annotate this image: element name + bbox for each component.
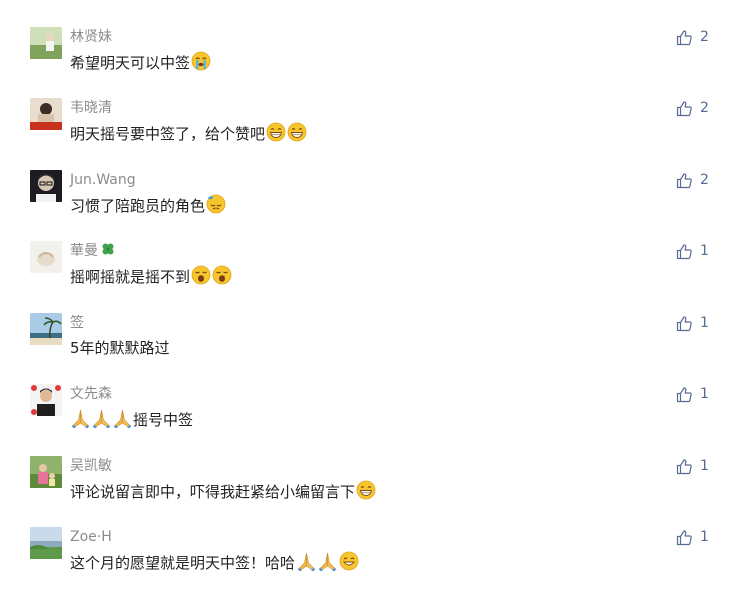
comment-list: 林贤妹 希望明天可以中签 2 韦晓清 明天摇号要中签了，给个赞吧 2 Jun.W… — [0, 0, 746, 596]
comment-text: 评论说留言即中，吓得我赶紧给小编留言下 — [70, 480, 376, 502]
like-button[interactable]: 1 — [676, 242, 709, 260]
like-button[interactable]: 2 — [676, 99, 709, 117]
like-count: 1 — [700, 243, 709, 259]
commenter-name[interactable]: Jun.Wang — [70, 170, 136, 190]
avatar[interactable] — [30, 98, 62, 130]
like-button[interactable]: 2 — [676, 28, 709, 46]
like-button[interactable]: 1 — [676, 528, 709, 546]
grinning-face-icon — [266, 122, 286, 142]
thumbs-up-icon — [676, 100, 693, 117]
comment-item: 吴凯敏 评论说留言即中，吓得我赶紧给小编留言下 1 — [0, 456, 746, 520]
folded-hands-icon — [296, 551, 317, 571]
commenter-name[interactable]: 吴凯敏 — [70, 456, 112, 476]
crying-face-icon — [191, 51, 211, 71]
like-count: 2 — [700, 100, 709, 116]
commenter-name[interactable]: 文先森 — [70, 384, 112, 404]
comment-text: 摇啊摇就是摇不到 — [70, 265, 232, 287]
avatar[interactable] — [30, 241, 62, 273]
comment-item: Jun.Wang 习惯了陪跑员的角色 2 — [0, 170, 746, 234]
avatar[interactable] — [30, 384, 62, 416]
comment-item: 華曼 摇啊摇就是摇不到 1 — [0, 241, 746, 305]
like-count: 1 — [700, 458, 709, 474]
sweat-face-icon — [206, 194, 226, 214]
thumbs-up-icon — [676, 29, 693, 46]
avatar[interactable] — [30, 170, 62, 202]
like-button[interactable]: 1 — [676, 314, 709, 332]
commenter-name[interactable]: Zoe·H — [70, 527, 112, 547]
commenter-name[interactable]: 韦晓清 — [70, 98, 112, 118]
grinning-face-icon — [356, 480, 376, 500]
folded-hands-icon — [70, 408, 91, 428]
like-count: 1 — [700, 315, 709, 331]
like-button[interactable]: 1 — [676, 385, 709, 403]
grinning-face-icon — [287, 122, 307, 142]
commenter-name[interactable]: 签 — [70, 313, 84, 333]
thumbs-up-icon — [676, 458, 693, 475]
commenter-name[interactable]: 華曼 — [70, 241, 116, 261]
comment-text: 这个月的愿望就是明天中签！哈哈 — [70, 551, 359, 573]
yawning-face-icon — [212, 265, 232, 285]
comment-item: 签 5年的默默路过 1 — [0, 313, 746, 377]
comment-text: 明天摇号要中签了，给个赞吧 — [70, 122, 307, 144]
four-leaf-clover-icon — [100, 241, 116, 263]
comment-text: 摇号中签 — [70, 408, 193, 430]
comment-text: 5年的默默路过 — [70, 339, 170, 357]
thumbs-up-icon — [676, 315, 693, 332]
like-button[interactable]: 2 — [676, 171, 709, 189]
like-count: 2 — [700, 29, 709, 45]
comment-text: 希望明天可以中签 — [70, 51, 211, 73]
avatar[interactable] — [30, 27, 62, 59]
avatar[interactable] — [30, 456, 62, 488]
folded-hands-icon — [112, 408, 133, 428]
comment-item: 韦晓清 明天摇号要中签了，给个赞吧 2 — [0, 98, 746, 162]
comment-item: 林贤妹 希望明天可以中签 2 — [0, 27, 746, 91]
folded-hands-icon — [317, 551, 338, 571]
smiling-face-icon — [339, 551, 359, 571]
comment-item: Zoe·H 这个月的愿望就是明天中签！哈哈 1 — [0, 527, 746, 591]
thumbs-up-icon — [676, 172, 693, 189]
thumbs-up-icon — [676, 243, 693, 260]
like-button[interactable]: 1 — [676, 457, 709, 475]
avatar[interactable] — [30, 313, 62, 345]
thumbs-up-icon — [676, 529, 693, 546]
avatar[interactable] — [30, 527, 62, 559]
like-count: 1 — [700, 386, 709, 402]
folded-hands-icon — [91, 408, 112, 428]
thumbs-up-icon — [676, 386, 693, 403]
comment-item: 文先森 摇号中签 1 — [0, 384, 746, 448]
like-count: 2 — [700, 172, 709, 188]
like-count: 1 — [700, 529, 709, 545]
commenter-name[interactable]: 林贤妹 — [70, 27, 112, 47]
comment-text: 习惯了陪跑员的角色 — [70, 194, 226, 216]
yawning-face-icon — [191, 265, 211, 285]
